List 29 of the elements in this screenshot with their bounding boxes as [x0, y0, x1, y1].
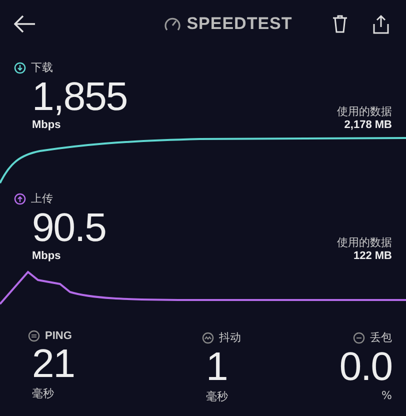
stat-value: 21: [31, 342, 76, 386]
stat-icon: [353, 332, 365, 344]
test-label: 上传: [31, 191, 53, 206]
speed-unit: Mbps: [32, 119, 62, 131]
stat-icon: [202, 332, 214, 344]
back-icon[interactable]: [14, 15, 36, 33]
stat-value: 0.0: [339, 345, 392, 389]
app-title: SPEEDTEST: [186, 14, 292, 34]
stat-label: 丢包: [370, 330, 392, 345]
share-icon[interactable]: [372, 14, 390, 34]
stat-value: 1: [205, 345, 228, 389]
speed-unit: Mbps: [32, 250, 62, 262]
test-label: 下载: [31, 60, 53, 75]
stat-label: 抖动: [219, 330, 241, 345]
gauge-icon: [164, 16, 181, 32]
stat-unit: %: [382, 389, 392, 402]
data-value: 122 MB: [353, 250, 392, 262]
download-icon: [14, 62, 26, 74]
stat-unit: 毫秒: [31, 386, 55, 401]
trash-icon[interactable]: [332, 15, 348, 33]
speed-value: 1,855: [32, 75, 128, 119]
speed-value: 90.5: [32, 206, 106, 250]
stat-unit: 毫秒: [205, 389, 229, 404]
data-value: 2,178 MB: [344, 119, 392, 131]
data-label: 使用的数据: [337, 104, 392, 119]
upload-icon: [14, 192, 26, 204]
stat-icon: [28, 330, 40, 342]
stat-label: PING: [45, 330, 72, 342]
data-label: 使用的数据: [337, 235, 392, 250]
